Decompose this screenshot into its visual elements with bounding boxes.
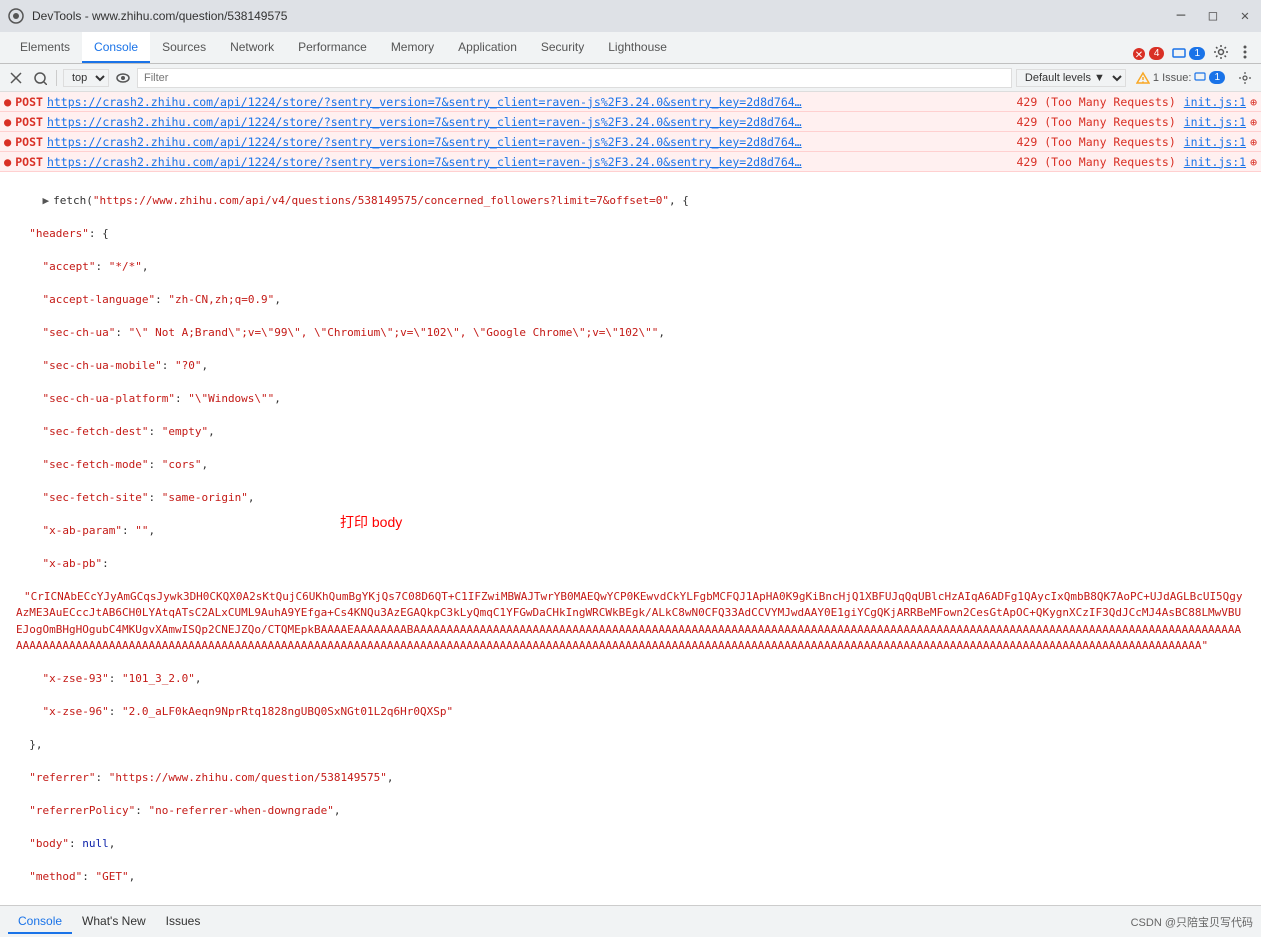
log-levels-selector[interactable]: Default levels ▼ [1016, 69, 1126, 87]
close-button[interactable]: ✕ [1237, 8, 1253, 24]
bottom-tab-issues[interactable]: Issues [156, 910, 211, 934]
filter-input[interactable] [137, 68, 1012, 88]
tab-performance[interactable]: Performance [286, 32, 379, 63]
error-link-icon-1[interactable]: ⊕ [1250, 95, 1257, 109]
toolbar-separator-1 [56, 70, 57, 86]
context-selector[interactable]: top [63, 69, 109, 87]
watermark: CSDN @只陪宝贝写代码 [1131, 914, 1253, 930]
more-icon[interactable] [1237, 44, 1253, 60]
error-row-2: ● POST https://crash2.zhihu.com/api/1224… [0, 112, 1261, 132]
error-source-1[interactable]: init.js:1 [1184, 95, 1246, 109]
error-link-icon-2[interactable]: ⊕ [1250, 115, 1257, 129]
error-icon: ✕ [1132, 47, 1146, 61]
error-circle-icon-4: ● [4, 155, 11, 169]
error-link-icon-4[interactable]: ⊕ [1250, 155, 1257, 169]
tab-right-icons: ✕ 4 1 [1132, 44, 1261, 63]
message-icon [1172, 47, 1186, 61]
tab-elements[interactable]: Elements [8, 32, 82, 63]
error-url-1[interactable]: https://crash2.zhihu.com/api/1224/store/… [47, 95, 1009, 109]
error-status-4: 429 (Too Many Requests) [1017, 155, 1176, 169]
error-circle-icon-2: ● [4, 115, 11, 129]
issues-count: 1 Issue: 1 [1130, 71, 1231, 85]
tab-network[interactable]: Network [218, 32, 286, 63]
tab-security[interactable]: Security [529, 32, 596, 63]
error-method-2: POST [15, 115, 43, 129]
tab-application[interactable]: Application [446, 32, 529, 63]
error-badge: 4 [1149, 47, 1165, 60]
fetch-expand-arrow[interactable]: ▶ [43, 194, 50, 207]
minimize-button[interactable]: ─ [1173, 8, 1189, 24]
message-small-icon [1194, 72, 1206, 84]
console-output: ● POST https://crash2.zhihu.com/api/1224… [0, 92, 1261, 905]
error-status-1: 429 (Too Many Requests) [1017, 95, 1176, 109]
devtools-icon [8, 8, 24, 24]
error-row-3: ● POST https://crash2.zhihu.com/api/1224… [0, 132, 1261, 152]
error-url-4[interactable]: https://crash2.zhihu.com/api/1224/store/… [47, 155, 1009, 169]
fetch-code-block: ▶fetch("https://www.zhihu.com/api/v4/que… [0, 172, 1261, 905]
filter-button[interactable] [30, 68, 50, 88]
issues-badge-count: 1 [1209, 71, 1225, 84]
error-row-1: ● POST https://crash2.zhihu.com/api/1224… [0, 92, 1261, 112]
tab-console[interactable]: Console [82, 32, 150, 63]
annotation-print: 打印 body [340, 512, 402, 533]
window-controls: ─ □ ✕ [1173, 8, 1253, 24]
warning-icon [1136, 71, 1150, 85]
console-toolbar: top Default levels ▼ 1 Issue: 1 [0, 64, 1261, 92]
message-badge: 1 [1189, 47, 1205, 60]
bottom-tab-whatsnew[interactable]: What's New [72, 910, 156, 934]
error-url-2[interactable]: https://crash2.zhihu.com/api/1224/store/… [47, 115, 1009, 129]
error-source-3[interactable]: init.js:1 [1184, 135, 1246, 149]
error-method-1: POST [15, 95, 43, 109]
svg-text:✕: ✕ [1135, 50, 1143, 61]
devtools-tab-bar: Elements Console Sources Network Perform… [0, 32, 1261, 64]
eye-button[interactable] [113, 68, 133, 88]
error-status-2: 429 (Too Many Requests) [1017, 115, 1176, 129]
tab-sources[interactable]: Sources [150, 32, 218, 63]
title-bar: DevTools - www.zhihu.com/question/538149… [0, 0, 1261, 32]
error-circle-icon-3: ● [4, 135, 11, 149]
error-status-3: 429 (Too Many Requests) [1017, 135, 1176, 149]
error-source-4[interactable]: init.js:1 [1184, 155, 1246, 169]
bottom-bar: Console What's New Issues CSDN @只陪宝贝写代码 [0, 905, 1261, 937]
error-link-icon-3[interactable]: ⊕ [1250, 135, 1257, 149]
window-title: DevTools - www.zhihu.com/question/538149… [32, 9, 1165, 23]
maximize-button[interactable]: □ [1205, 8, 1221, 24]
error-method-4: POST [15, 155, 43, 169]
error-url-3[interactable]: https://crash2.zhihu.com/api/1224/store/… [47, 135, 1009, 149]
error-source-2[interactable]: init.js:1 [1184, 115, 1246, 129]
tab-memory[interactable]: Memory [379, 32, 446, 63]
error-method-3: POST [15, 135, 43, 149]
tab-lighthouse[interactable]: Lighthouse [596, 32, 679, 63]
settings-icon[interactable] [1213, 44, 1229, 60]
bottom-tab-console[interactable]: Console [8, 910, 72, 934]
error-row-4: ● POST https://crash2.zhihu.com/api/1224… [0, 152, 1261, 172]
clear-console-button[interactable] [6, 68, 26, 88]
error-circle-icon-1: ● [4, 95, 11, 109]
settings-small-button[interactable] [1235, 68, 1255, 88]
